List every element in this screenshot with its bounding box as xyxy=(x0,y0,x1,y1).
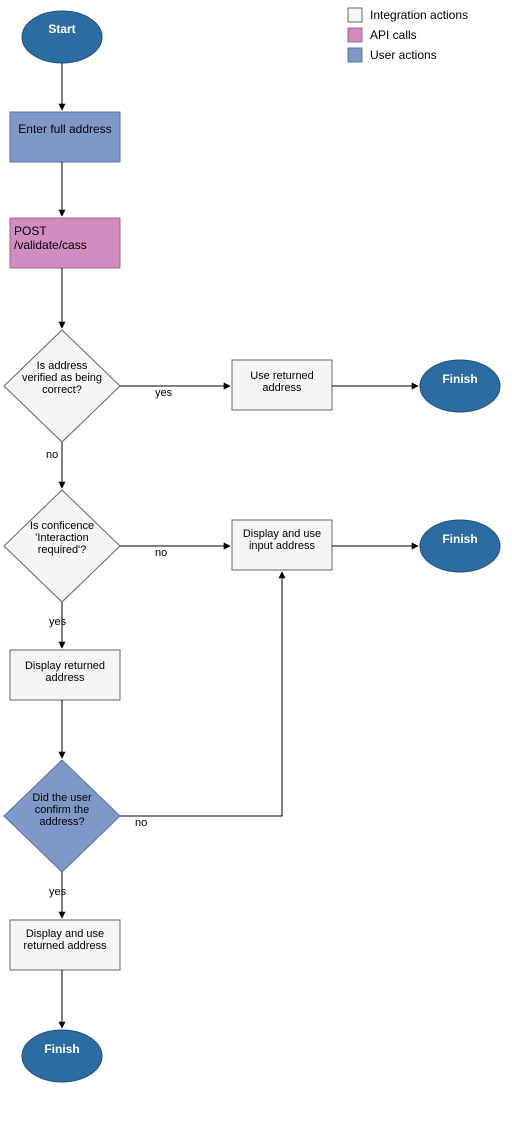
legend-label-integration: Integration actions xyxy=(370,8,468,22)
confirm-decision-label: Did the user confirm the address? xyxy=(18,792,106,828)
legend-label-user: User actions xyxy=(370,48,437,62)
edge-confirm-no-label: no xyxy=(135,817,147,829)
display-input-address-label: Display and use input address xyxy=(236,528,328,552)
edge-confirm-no xyxy=(120,572,282,816)
enter-address-label: Enter full address xyxy=(12,122,118,136)
node-confirm-decision: Did the user confirm the address? xyxy=(4,760,120,872)
node-finish-3: Finish xyxy=(22,1030,102,1082)
display-returned-address-label: Display returned address xyxy=(14,660,116,684)
legend: Integration actions API calls User actio… xyxy=(348,8,468,62)
node-display-input-address: Display and use input address xyxy=(232,520,332,570)
node-verified-decision: Is address verified as being correct? xyxy=(4,330,120,442)
flowchart-diagram: Integration actions API calls User actio… xyxy=(0,0,512,1126)
node-display-returned-address: Display returned address xyxy=(10,650,120,700)
finish-1-label: Finish xyxy=(420,372,500,386)
edge-conf-yes-label: yes xyxy=(49,616,67,628)
edge-confirm-yes-label: yes xyxy=(49,886,67,898)
use-returned-address-label: Use returned address xyxy=(236,370,328,394)
finish-2-label: Finish xyxy=(420,532,500,546)
node-finish-1: Finish xyxy=(420,360,500,412)
finish-3-label: Finish xyxy=(22,1042,102,1056)
node-start: Start xyxy=(22,11,102,63)
node-post-validate: POST /validate/cass xyxy=(10,218,120,268)
node-finish-2: Finish xyxy=(420,520,500,572)
edge-verified-no-label: no xyxy=(46,449,58,461)
edge-conf-no-label: no xyxy=(155,547,167,559)
node-enter-address: Enter full address xyxy=(10,112,120,162)
verified-decision-label: Is address verified as being correct? xyxy=(18,360,106,396)
start-label: Start xyxy=(22,22,102,36)
post-validate-label: POST /validate/cass xyxy=(14,224,116,252)
node-use-returned-address: Use returned address xyxy=(232,360,332,410)
edge-verified-yes-label: yes xyxy=(155,387,173,399)
node-display-use-returned-address: Display and use returned address xyxy=(10,920,120,970)
node-confidence-decision: Is conficence 'Interaction required'? xyxy=(4,490,120,602)
display-use-returned-address-label: Display and use returned address xyxy=(14,928,116,952)
confidence-decision-label: Is conficence 'Interaction required'? xyxy=(18,520,106,556)
legend-label-api: API calls xyxy=(370,28,417,42)
